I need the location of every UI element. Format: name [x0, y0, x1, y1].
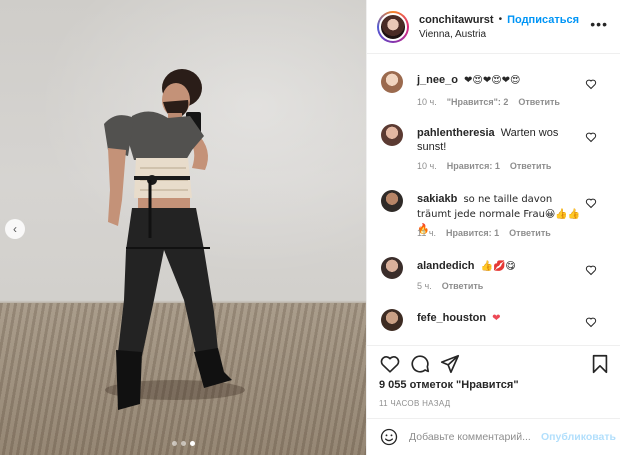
like-comment-heart-icon[interactable]	[585, 264, 597, 276]
post-action-bar	[367, 345, 620, 375]
comment-text: ❤😍❤😍❤😍	[464, 75, 521, 86]
carousel-dot	[181, 441, 186, 446]
comment-username[interactable]: fefe_houston	[417, 312, 486, 324]
carousel-indicator	[172, 441, 195, 446]
post-header: conchitawurst • Подписаться Vienna, Aust…	[367, 0, 620, 54]
reply-button[interactable]: Ответить	[518, 97, 560, 107]
comment-text: 👍💋😋	[480, 261, 516, 272]
more-options-icon[interactable]: •••	[590, 16, 608, 32]
comment-age: 10 ч.	[417, 161, 437, 171]
commenter-avatar[interactable]	[381, 124, 403, 146]
commenter-avatar[interactable]	[381, 71, 403, 93]
comments-list[interactable]: j_nee_o ❤😍❤😍❤😍 10 ч. "Нравится": 2 Ответ…	[367, 55, 620, 345]
comment-username[interactable]: alandedich	[417, 260, 474, 272]
publish-button[interactable]: Опубликовать	[541, 431, 616, 443]
save-bookmark-icon[interactable]	[589, 353, 611, 375]
chevron-left-icon: ‹	[13, 222, 17, 236]
reply-button[interactable]: Ответить	[510, 161, 552, 171]
comment-age: 10 ч.	[417, 97, 437, 107]
add-comment-bar: Опубликовать	[367, 418, 620, 455]
comment-age: 11 ч.	[417, 228, 437, 238]
reply-button[interactable]: Ответить	[442, 281, 484, 291]
carousel-dot-active	[190, 441, 195, 446]
comment-text: ❤	[492, 313, 501, 324]
post-timestamp[interactable]: 11 ЧАСОВ НАЗАД	[379, 399, 450, 408]
likes-count[interactable]: 9 055 отметок "Нравится"	[379, 379, 519, 391]
comment-username[interactable]: pahlentheresia	[417, 127, 495, 139]
share-paper-plane-icon[interactable]	[439, 353, 461, 375]
like-heart-icon[interactable]	[379, 353, 401, 375]
comment-likes[interactable]: "Нравится": 2	[447, 97, 509, 107]
commenter-avatar[interactable]	[381, 190, 403, 212]
author-avatar[interactable]	[377, 10, 409, 43]
comment-bubble-icon[interactable]	[409, 353, 431, 375]
post-side-panel: conchitawurst • Подписаться Vienna, Aust…	[366, 0, 620, 455]
comment-likes[interactable]: Нравится: 1	[447, 161, 500, 171]
post-photo[interactable]: ‹	[0, 0, 366, 455]
reply-button[interactable]: Ответить	[509, 228, 551, 238]
like-comment-heart-icon[interactable]	[585, 78, 597, 90]
photo-person	[104, 69, 245, 410]
commenter-avatar[interactable]	[381, 309, 403, 331]
header-separator: •	[498, 14, 503, 25]
carousel-dot	[172, 441, 177, 446]
comment-input[interactable]	[409, 431, 535, 443]
carousel-prev-button[interactable]: ‹	[5, 219, 25, 239]
commenter-avatar[interactable]	[381, 257, 403, 279]
like-comment-heart-icon[interactable]	[585, 316, 597, 328]
comment-username[interactable]: sakiakb	[417, 193, 457, 205]
author-username[interactable]: conchitawurst	[419, 14, 494, 26]
comment-age: 5 ч.	[417, 281, 432, 291]
like-comment-heart-icon[interactable]	[585, 131, 597, 143]
comment-username[interactable]: j_nee_o	[417, 74, 458, 86]
follow-button[interactable]: Подписаться	[507, 14, 579, 26]
post-location[interactable]: Vienna, Austria	[419, 29, 579, 40]
emoji-smile-icon[interactable]	[379, 427, 399, 447]
comment-likes[interactable]: Нравится: 1	[446, 228, 499, 238]
like-comment-heart-icon[interactable]	[585, 197, 597, 209]
